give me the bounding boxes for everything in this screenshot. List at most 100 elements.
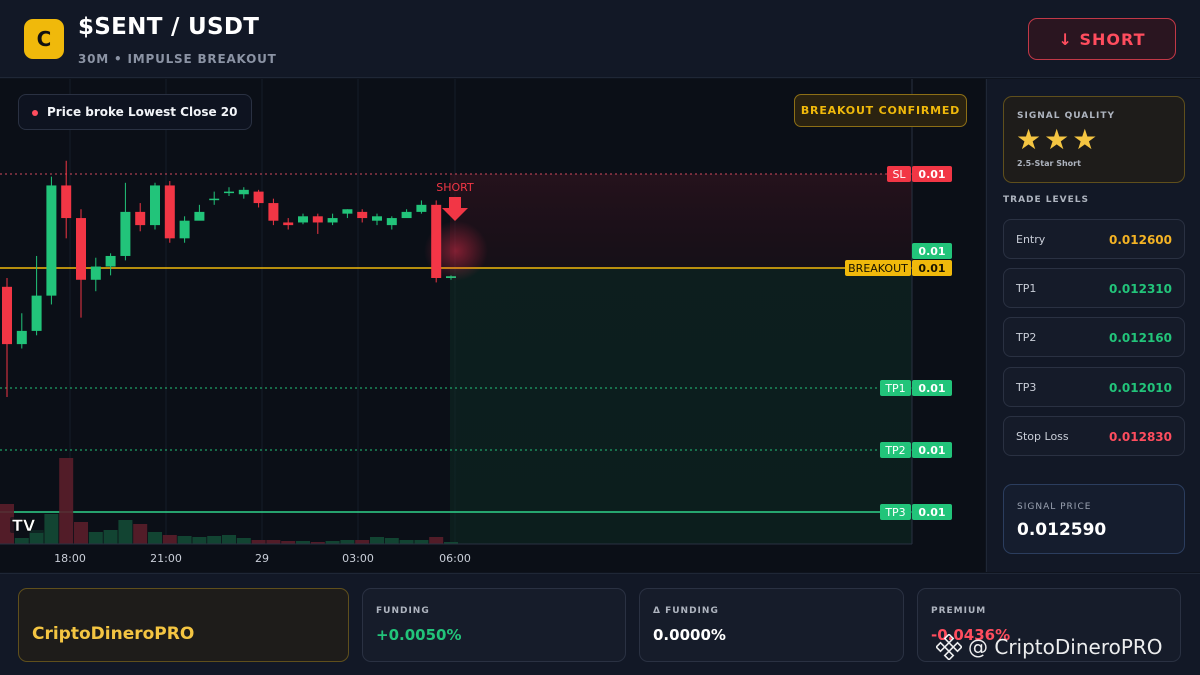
signal-price-card: SIGNAL PRICE 0.012590 [1003,484,1185,554]
volume-bar [207,536,222,544]
candle [2,278,12,397]
candle-body [342,209,353,214]
funding-card: FUNDING +0.0050% [362,588,626,662]
candle [90,257,101,292]
level-label: Entry [1016,233,1046,246]
candle-body [416,204,427,212]
level-value: 0.012010 [1108,381,1172,395]
level-value: 0.012600 [1108,233,1172,247]
grid-lines [69,79,456,544]
level-tag-name: SL [892,168,906,181]
volume-bar [74,522,88,544]
volume-bar [236,538,251,544]
level-tag: 0.01 SL [887,166,952,182]
breakout-confirmed-badge: BREAKOUT CONFIRMED [794,94,967,127]
volume-bar [88,532,103,544]
level-tag-value: 0.01 [918,168,945,181]
candle [164,181,175,243]
candle-body [150,185,160,226]
level-row-tp1: TP1 0.012310 [1003,268,1185,308]
level-label: TP3 [1016,381,1037,394]
candle [16,313,27,349]
candle-body [357,211,368,219]
candle [268,198,279,226]
short-button[interactable]: ↓ SHORT [1028,18,1176,60]
watermark: @ CriptoDineroPRO [936,634,1163,660]
volume-bar [148,532,162,544]
signal-quality-title: SIGNAL QUALITY [1017,111,1115,121]
candle-body [268,203,279,221]
level-label: TP1 [1016,282,1037,295]
chart-canvas[interactable]: SHORT 18:00 21:00 29 03:00 06:00 0.01SL0.010… [0,79,985,572]
candle [135,203,146,232]
level-tag-value: 0.01 [918,262,945,275]
candle-body [179,220,190,239]
candle-body [386,218,397,226]
coin-logo: C [24,19,64,59]
candle-body [76,218,86,280]
tradingview-logo-icon: TV [10,516,44,535]
time-label: 03:00 [342,552,374,565]
candle [372,213,382,226]
candle-body [194,211,205,221]
level-row-tp2: TP2 0.012160 [1003,317,1185,357]
candle [298,213,308,225]
level-tag-name: TP3 [884,506,905,519]
volume-bar [251,540,266,544]
candle-body [372,216,382,221]
candle [401,209,412,219]
level-value: 0.012310 [1108,282,1172,296]
pair-subtitle: 30M • IMPULSE BREAKOUT [78,52,277,66]
candle-body [2,286,12,345]
volume-bars [0,458,458,544]
funding-label: FUNDING [376,606,430,616]
stop-loss-zone [450,174,912,268]
volume-bar [384,538,399,544]
level-tag: 0.01 BREAKOUT [845,260,952,276]
candle-body [31,295,42,331]
candle [46,176,57,305]
volume-bar [399,540,414,544]
brand-card: CriptoDineroPRO [18,588,349,662]
level-tag-name: BREAKOUT [848,262,908,275]
time-label: 29 [255,552,269,565]
candle [224,187,234,197]
signal-price-value: 0.012590 [1017,520,1107,540]
candle [120,182,131,261]
time-label: 06:00 [439,552,471,565]
volume-bar [14,538,29,544]
time-axis: 18:00 21:00 29 03:00 06:00 [54,552,471,565]
price-chart[interactable]: SHORT 18:00 21:00 29 03:00 06:00 0.01 SL 0.01 0… [0,79,985,572]
candle [342,209,353,219]
level-tag-value: 0.01 [918,444,945,457]
volume-bar [192,537,207,544]
candle [76,209,86,318]
volume-bar [370,537,384,544]
candle-body [253,191,264,204]
level-tag: 0.01 TP1 [880,380,952,396]
candle [327,213,338,226]
level-row-stop-loss: Stop Loss 0.012830 [1003,416,1185,456]
volume-bar [414,540,429,544]
candle-body [135,211,146,226]
candle [386,216,397,230]
volume-bar [429,537,444,544]
candle [179,216,190,243]
candle [238,187,249,199]
funding-value: +0.0050% [376,626,462,644]
delta-funding-label: Δ FUNDING [653,606,719,616]
binance-logo-icon [936,634,962,660]
signal-glow [424,221,488,281]
candle-body [61,185,72,219]
candle-body [120,211,131,256]
candle [209,191,220,205]
candle-body [90,266,101,280]
candle-body [401,211,412,219]
level-tag-name: TP1 [884,382,905,395]
candle [312,213,323,234]
level-label: Stop Loss [1016,430,1069,443]
candle [357,209,368,223]
volume-bar [118,520,133,544]
candle [416,200,427,214]
volume-bar [44,514,59,544]
